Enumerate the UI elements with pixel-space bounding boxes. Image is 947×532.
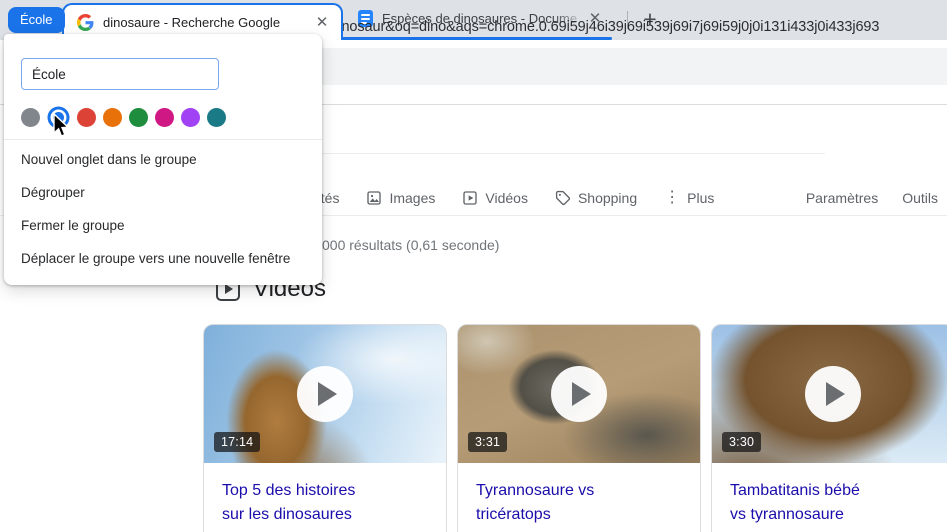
tab-title: dinosaure - Recherche Google xyxy=(103,15,313,30)
nav-label: Vidéos xyxy=(485,190,528,206)
video-title-line: vs tyrannosaure xyxy=(730,503,936,527)
video-card[interactable]: 17:14 Top 5 des histoires sur les dinosa… xyxy=(203,324,447,532)
video-title-line: Tambatitanis bébé xyxy=(730,479,936,503)
results-stats: 000 résultats (0,61 seconde) xyxy=(322,237,499,253)
nav-item-plus[interactable]: ⋮ Plus xyxy=(664,190,714,206)
video-duration-badge: 3:30 xyxy=(722,432,761,452)
video-card[interactable]: 3:31 Tyrannosaure vs tricératops xyxy=(457,324,701,532)
video-title-line: sur les dinosaures xyxy=(222,503,428,527)
color-swatch-red[interactable] xyxy=(77,108,96,127)
play-icon[interactable] xyxy=(551,366,607,422)
nav-item-parametres[interactable]: Paramètres xyxy=(806,190,878,206)
menu-item-new-tab-in-group[interactable]: Nouvel onglet dans le groupe xyxy=(4,143,322,176)
video-title-link[interactable]: Tyrannosaure vs tricératops xyxy=(458,463,700,527)
url-text: =dinosaur&oq=dino&aqs=chrome.0.69i59j46i… xyxy=(322,19,879,35)
color-swatch-green[interactable] xyxy=(129,108,148,127)
video-title-link[interactable]: Top 5 des histoires sur les dinosaures xyxy=(204,463,446,527)
video-card[interactable]: 3:30 Tambatitanis bébé vs tyrannosaure xyxy=(711,324,947,532)
menu-items: Nouvel onglet dans le groupe Dégrouper F… xyxy=(4,143,322,275)
google-favicon-icon xyxy=(77,14,94,31)
menu-item-ungroup[interactable]: Dégrouper xyxy=(4,176,322,209)
nav-item-outils[interactable]: Outils xyxy=(902,190,938,206)
color-swatch-purple[interactable] xyxy=(181,108,200,127)
nav-item-images[interactable]: Images xyxy=(366,190,435,206)
browser-window: École dinosaure - Recherche Google ✕ Esp… xyxy=(0,0,947,532)
mouse-cursor xyxy=(50,113,72,139)
video-icon xyxy=(462,190,478,206)
nav-label: Shopping xyxy=(578,190,637,206)
tab-group-label[interactable]: École xyxy=(8,7,65,33)
nav-label: Plus xyxy=(687,190,714,206)
video-title-line: tricératops xyxy=(476,503,682,527)
video-duration-badge: 17:14 xyxy=(214,432,260,452)
tag-icon xyxy=(555,190,571,206)
color-swatch-teal[interactable] xyxy=(207,108,226,127)
video-thumbnail[interactable]: 17:14 xyxy=(204,325,446,463)
video-thumbnail[interactable]: 3:31 xyxy=(458,325,700,463)
image-icon xyxy=(366,190,382,206)
close-icon[interactable]: ✕ xyxy=(313,14,331,32)
group-name-input[interactable] xyxy=(21,58,219,90)
results-nav-right: Paramètres Outils xyxy=(806,187,938,209)
video-thumbnail[interactable]: 3:30 xyxy=(712,325,947,463)
tab-group-menu: Nouvel onglet dans le groupe Dégrouper F… xyxy=(4,34,322,285)
results-nav: ualités Images Vidéos xyxy=(299,187,714,209)
menu-separator xyxy=(4,139,322,140)
play-icon[interactable] xyxy=(805,366,861,422)
menu-item-close-group[interactable]: Fermer le groupe xyxy=(4,209,322,242)
color-swatch-grey[interactable] xyxy=(21,108,40,127)
nav-label: Images xyxy=(389,190,435,206)
color-swatch-orange[interactable] xyxy=(103,108,122,127)
nav-item-videos[interactable]: Vidéos xyxy=(462,190,528,206)
color-swatch-pink[interactable] xyxy=(155,108,174,127)
video-duration-badge: 3:31 xyxy=(468,432,507,452)
more-icon: ⋮ xyxy=(664,190,680,206)
play-icon[interactable] xyxy=(297,366,353,422)
video-title-line: Tyrannosaure vs xyxy=(476,479,682,503)
menu-item-move-group-to-new-window[interactable]: Déplacer le groupe vers une nouvelle fen… xyxy=(4,242,322,275)
video-title-link[interactable]: Tambatitanis bébé vs tyrannosaure xyxy=(712,463,947,527)
nav-item-shopping[interactable]: Shopping xyxy=(555,190,637,206)
video-title-line: Top 5 des histoires xyxy=(222,479,428,503)
